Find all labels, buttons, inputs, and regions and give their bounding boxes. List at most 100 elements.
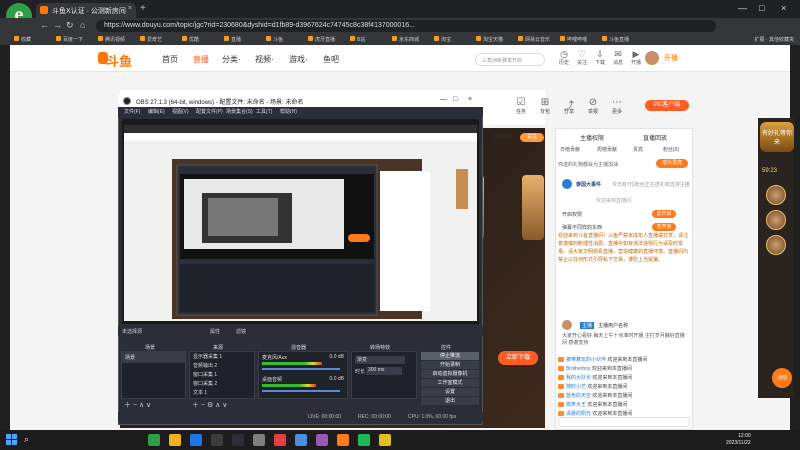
taskbar-app-icon[interactable] <box>232 434 244 446</box>
source-item[interactable]: 音频输出 2 <box>190 361 254 370</box>
bookmark-item[interactable]: 斗鱼 <box>266 36 283 43</box>
taskbar-app-icon[interactable] <box>211 434 223 446</box>
promo-badge[interactable]: 有好礼等你来 <box>760 122 794 152</box>
obs-control-button[interactable]: 停止推流 <box>421 352 479 360</box>
room-more-button[interactable]: ⋯ 更多 <box>604 97 630 115</box>
promo-avatar[interactable] <box>766 235 786 255</box>
scenes-dock-toolbar[interactable]: ＋ − ∧ ∨ <box>124 400 151 410</box>
bookmark-item[interactable]: 京东商城 <box>392 36 419 43</box>
anchor-name[interactable]: 主播用户名称 <box>598 322 628 329</box>
obs-control-button[interactable]: 启动虚拟摄像机 <box>421 370 479 378</box>
obs-menu-item[interactable]: 帮助(H) <box>280 108 297 115</box>
home-button[interactable]: ⌂ <box>80 20 85 30</box>
taskbar-app-icon[interactable] <box>337 434 349 446</box>
search-input[interactable]: 三角洲新赛季开启 <box>475 53 545 66</box>
tab-live-replay[interactable]: 直播回放 <box>643 133 667 142</box>
source-item[interactable]: 文本 2 <box>190 397 254 398</box>
enable-button[interactable]: 去开启 <box>652 223 676 231</box>
taskbar-app-icon[interactable] <box>148 434 160 446</box>
bookmark-item[interactable]: 斗鱼直播 <box>602 36 629 43</box>
obs-filters-button[interactable]: 滤镜 <box>236 328 246 335</box>
windows-start-icon[interactable] <box>6 434 18 446</box>
mixer-volume-slider[interactable] <box>262 368 340 370</box>
nav-5[interactable]: 鱼吧 <box>323 54 339 65</box>
browser-tab[interactable]: 斗鱼X认证 · 公测新房间 × <box>36 3 136 18</box>
duration-field[interactable]: 300 ms <box>366 367 402 375</box>
site-brand[interactable]: 斗鱼 <box>106 51 132 70</box>
obs-control-button[interactable]: 工作室模式 <box>421 379 479 387</box>
source-item[interactable]: 文本 1 <box>190 388 254 397</box>
scene-item[interactable]: 场景 <box>122 352 185 363</box>
tab-vip[interactable]: 贵宾 <box>633 146 643 153</box>
nav-4[interactable]: 游戏· <box>289 54 308 65</box>
tab-close-icon[interactable]: × <box>128 5 132 12</box>
chat-username[interactable]: Brotherboy <box>566 366 590 372</box>
taskbar-app-icon[interactable] <box>169 434 181 446</box>
bookmark-item[interactable]: 网易云音乐 <box>518 36 550 43</box>
forward-button[interactable]: → <box>53 20 62 30</box>
taskbar-app-icon[interactable] <box>379 434 391 446</box>
bookmark-item[interactable]: B站 <box>350 36 365 43</box>
bookmark-item[interactable]: 收藏 <box>14 36 31 43</box>
download-now-button[interactable]: 立即下载 <box>498 351 538 365</box>
system-clock[interactable]: 12:00 2023/11/22 <box>726 433 751 447</box>
obs-menu-item[interactable]: 配置文件(P) <box>196 108 223 115</box>
obs-menu-item[interactable]: 文件(F) <box>124 108 140 115</box>
bookmark-item[interactable]: 优酷 <box>182 36 199 43</box>
taskbar-app-icon[interactable] <box>316 434 328 446</box>
source-item[interactable]: 窗口采集 2 <box>190 379 254 388</box>
enable-button[interactable]: 去开启 <box>652 210 676 218</box>
other-bookmarks[interactable]: 扩展 · 其他收藏夹 <box>755 36 794 43</box>
chat-username[interactable]: 蓝色的天空 <box>566 393 591 399</box>
nav-1[interactable]: 直播 <box>193 54 209 65</box>
chat-input[interactable] <box>558 417 690 427</box>
refresh-button[interactable]: ↻ <box>66 20 74 31</box>
pc-client-button[interactable]: PC客户端 <box>645 100 689 111</box>
header-download-button[interactable]: ⇩ 下载 <box>591 49 609 66</box>
taskbar-app-icon[interactable] <box>295 434 307 446</box>
obs-control-button[interactable]: 退出 <box>421 397 479 405</box>
obs-control-button[interactable]: 设置 <box>421 388 479 396</box>
obs-properties-button[interactable]: 属性 <box>210 328 220 335</box>
become-vip-button[interactable]: 成为贵宾 <box>656 159 688 168</box>
tab-fans[interactable]: 粉丝(9) <box>663 146 679 153</box>
header-start-live-button[interactable]: ▶ 开播 <box>627 49 645 66</box>
window-maximize-button[interactable]: □ <box>759 3 764 13</box>
user-avatar[interactable] <box>645 51 659 65</box>
tab-anchor-permission[interactable]: 主播权限 <box>580 133 604 142</box>
promo-avatar[interactable] <box>766 185 786 205</box>
window-minimize-button[interactable]: — <box>738 3 747 13</box>
obs-menu-item[interactable]: 视图(V) <box>172 108 189 115</box>
bookmark-item[interactable]: 腾讯视频 <box>98 36 125 43</box>
source-item[interactable]: 窗口采集 1 <box>190 370 254 379</box>
obs-close-button[interactable]: × <box>468 96 472 103</box>
header-follow-button[interactable]: ♡ 关注 <box>573 49 591 66</box>
bookmark-item[interactable]: 虎牙直播 <box>308 36 335 43</box>
obs-maximize-button[interactable]: □ <box>453 96 457 103</box>
bookmark-item[interactable]: 淘宝 <box>434 36 451 43</box>
transition-select[interactable]: 渐变 <box>355 356 405 364</box>
anchor-avatar[interactable] <box>562 320 572 330</box>
chat-username[interactable]: 我的大队长 <box>566 375 591 381</box>
obs-menu-item[interactable]: 工具(T) <box>256 108 272 115</box>
bookmark-item[interactable]: 爱奇艺 <box>140 36 162 43</box>
room-gift-button[interactable]: ⊞ 背包 <box>532 97 558 115</box>
mixer-volume-slider[interactable] <box>262 390 340 392</box>
header-message-button[interactable]: ✉ 消息 <box>609 49 627 66</box>
header-history-button[interactable]: ◷ 历史 <box>555 49 573 66</box>
sources-dock-toolbar[interactable]: ＋ − ⚙ ∧ ∨ <box>192 400 227 410</box>
open-live-button[interactable]: 开播 <box>664 53 678 63</box>
room-share-button[interactable]: ⤴ 分享 <box>556 97 582 115</box>
chat-username[interactable]: 随时小艺 <box>566 384 586 390</box>
taskbar-search-icon[interactable]: ⌕ <box>24 434 29 445</box>
room-task-button[interactable]: ☑ 任务 <box>508 97 534 115</box>
chat-username[interactable]: 被带着玩的小伙伴 <box>566 357 606 363</box>
room-report-button[interactable]: ⊘ 举报 <box>580 97 606 115</box>
activity-float-button[interactable]: 活动 <box>772 368 792 388</box>
taskbar-app-icon[interactable] <box>190 434 202 446</box>
source-item[interactable]: 显示器采集 1 <box>190 352 254 361</box>
taskbar-app-icon[interactable] <box>358 434 370 446</box>
obs-control-button[interactable]: 开始录制 <box>421 361 479 369</box>
obs-menu-item[interactable]: 场景集合(S) <box>226 108 253 115</box>
new-tab-button[interactable]: + <box>140 3 146 14</box>
